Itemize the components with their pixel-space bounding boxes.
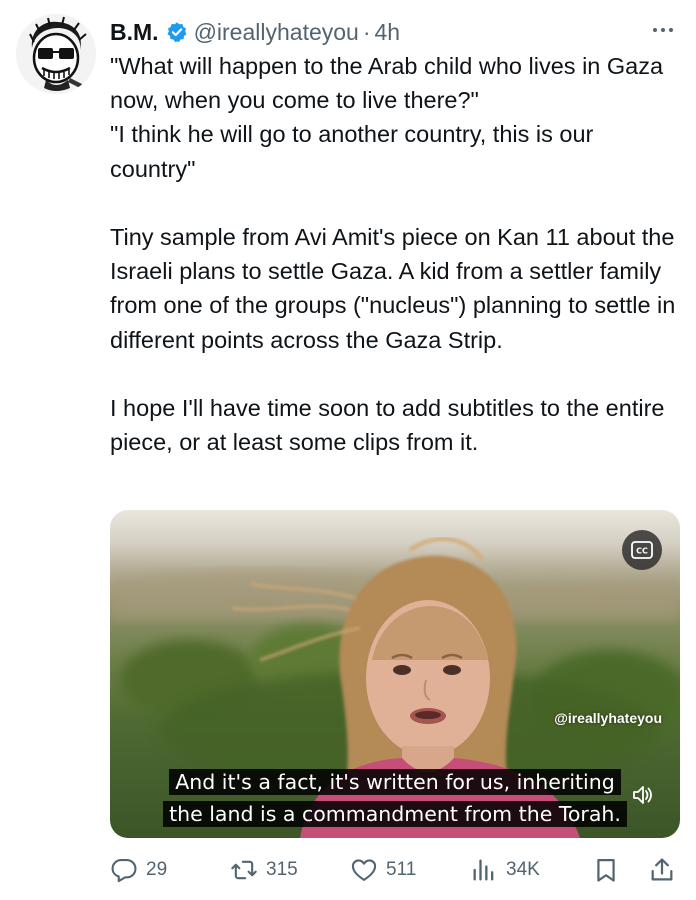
reply-button[interactable]: 29: [110, 848, 167, 892]
tweet-header: B.M. @ireallyhateyou · 4h: [110, 14, 680, 50]
share-icon: [651, 858, 673, 881]
action-bar: 29 315 511 34K: [110, 848, 680, 892]
volume-button[interactable]: [632, 785, 654, 810]
separator-dot: ·: [362, 18, 371, 45]
author-handle[interactable]: @ireallyhateyou: [194, 19, 359, 46]
avatar[interactable]: [16, 14, 96, 94]
closed-captions-button[interactable]: CC: [622, 530, 662, 570]
video-subtitles: And it's a fact, it's written for us, in…: [110, 766, 680, 830]
views-button[interactable]: 34K: [470, 848, 540, 892]
like-button[interactable]: 511: [350, 848, 416, 892]
reply-count: 29: [146, 859, 168, 880]
verified-badge-icon: [166, 21, 188, 43]
subtitle-line-1: And it's a fact, it's written for us, in…: [169, 769, 621, 795]
more-options-button[interactable]: [646, 20, 680, 40]
svg-text:CC: CC: [636, 547, 648, 556]
repost-icon: [231, 860, 257, 880]
video-watermark: @ireallyhateyou: [554, 710, 662, 726]
more-horizontal-icon: [661, 28, 665, 32]
subtitle-line-2: the land is a commandment from the Torah…: [163, 801, 627, 827]
more-horizontal-icon: [653, 28, 657, 32]
bookmark-icon: [597, 858, 615, 882]
bookmark-button[interactable]: [592, 848, 620, 892]
avatar-image: [16, 14, 96, 94]
volume-icon: [633, 786, 652, 804]
views-count: 34K: [506, 859, 540, 880]
share-button[interactable]: [648, 848, 676, 892]
closed-captions-icon: CC: [631, 541, 653, 559]
author-name[interactable]: B.M.: [110, 19, 159, 46]
heart-icon: [351, 859, 377, 881]
repost-count: 315: [266, 859, 298, 880]
views-chart-icon: [473, 859, 494, 881]
reply-icon: [111, 859, 137, 883]
video-player[interactable]: CC @ireallyhateyou And it's a fact, it's…: [110, 510, 680, 838]
more-horizontal-icon: [669, 28, 673, 32]
repost-button[interactable]: 315: [230, 848, 298, 892]
tweet-text: "What will happen to the Arab child who …: [110, 53, 676, 456]
timestamp[interactable]: 4h: [375, 19, 401, 46]
like-count: 511: [386, 859, 417, 880]
